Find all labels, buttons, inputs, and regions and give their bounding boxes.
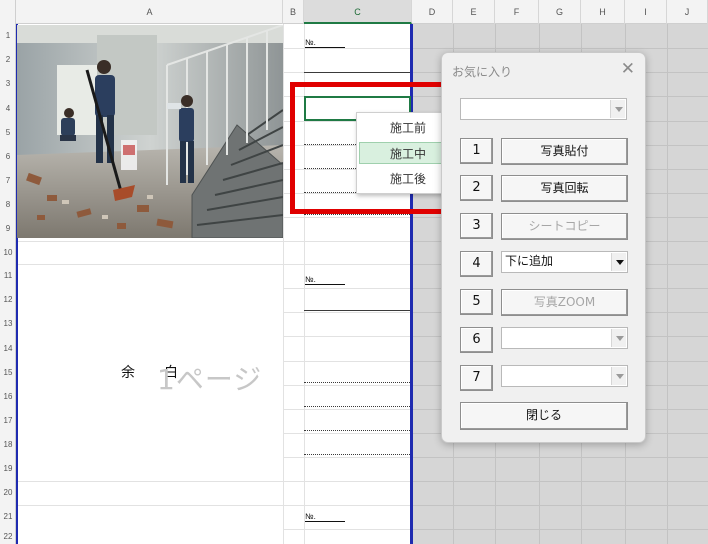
gridline: [283, 241, 411, 242]
writing-line-dotted: [304, 430, 410, 431]
gridline: [283, 385, 411, 386]
row-header-20[interactable]: 20: [0, 481, 16, 505]
gridline: [667, 24, 668, 544]
gridline: [283, 48, 411, 49]
top-combo[interactable]: [460, 98, 627, 120]
gridline: [283, 264, 411, 265]
row-header-12[interactable]: 12: [0, 288, 16, 312]
gridline: [283, 336, 411, 337]
column-header-b[interactable]: B: [283, 0, 304, 24]
column-header-a[interactable]: A: [17, 0, 283, 24]
insert-position-value: 下に追加: [505, 254, 554, 268]
writing-line-dotted: [304, 382, 410, 383]
row-header-15[interactable]: 15: [0, 361, 16, 385]
writing-line-dotted: [304, 406, 410, 407]
number-button-7[interactable]: 7: [460, 365, 493, 391]
rotate-photo-button[interactable]: 写真回転: [501, 175, 628, 202]
close-icon[interactable]: ✕: [621, 59, 635, 79]
gridline: [283, 24, 284, 544]
gridline: [17, 264, 283, 265]
photo-number-text: №.: [305, 38, 345, 48]
gridline: [283, 288, 411, 289]
construction-photo[interactable]: [17, 25, 283, 238]
column-header-c[interactable]: C: [304, 0, 412, 24]
column-header-e[interactable]: E: [453, 0, 495, 24]
gridline: [283, 529, 411, 530]
row-header-11[interactable]: 11: [0, 264, 16, 288]
dropdown-arrow-icon[interactable]: [611, 367, 626, 385]
gridline: [17, 505, 283, 506]
paste-photo-button[interactable]: 写真貼付: [501, 138, 628, 165]
photo-number-text: №.: [305, 512, 345, 522]
column-header-f[interactable]: F: [495, 0, 539, 24]
dropdown-arrow-icon[interactable]: [611, 253, 626, 271]
select-all-corner[interactable]: [0, 0, 16, 24]
photo-number-text: №.: [305, 275, 345, 285]
writing-line: [304, 72, 410, 73]
gridline: [413, 505, 708, 506]
row-header-6[interactable]: 6: [0, 145, 16, 169]
row-header-18[interactable]: 18: [0, 433, 16, 457]
dropdown-arrow-icon[interactable]: [610, 100, 625, 118]
column-header-g[interactable]: G: [539, 0, 581, 24]
gridline: [283, 481, 411, 482]
row-header-2[interactable]: 2: [0, 48, 16, 72]
writing-line: [304, 310, 410, 311]
insert-position-combo[interactable]: 下に追加: [501, 251, 628, 273]
row-header-19[interactable]: 19: [0, 457, 16, 481]
photo-number-label-2: №.: [305, 275, 345, 285]
row-header-1[interactable]: 1: [0, 24, 16, 48]
gridline: [283, 505, 411, 506]
column-header-h[interactable]: H: [581, 0, 625, 24]
row-header-17[interactable]: 17: [0, 409, 16, 433]
photo-number-label-3: №.: [305, 512, 345, 522]
gridline: [413, 457, 708, 458]
gridline: [17, 481, 283, 482]
photo-zoom-button[interactable]: 写真ZOOM: [501, 289, 628, 316]
copy-sheet-button[interactable]: シートコピー: [501, 213, 628, 240]
row-header-4[interactable]: 4: [0, 96, 16, 121]
row-header-22[interactable]: 22: [0, 529, 16, 544]
photo-number-label-1: №.: [305, 38, 345, 48]
gridline: [17, 241, 283, 242]
gridline: [283, 457, 411, 458]
number-button-4[interactable]: 4: [460, 251, 493, 277]
dialog-title: お気に入り: [452, 65, 513, 79]
row-header-7[interactable]: 7: [0, 169, 16, 193]
option-combo-7[interactable]: [501, 365, 628, 387]
row-header-14[interactable]: 14: [0, 336, 16, 361]
margin-text-1: 余: [121, 365, 135, 381]
gridline: [283, 217, 411, 218]
gridline: [413, 481, 708, 482]
page-watermark: 1ページ: [157, 363, 263, 396]
row-header-8[interactable]: 8: [0, 193, 16, 217]
row-header-13[interactable]: 13: [0, 312, 16, 336]
gridline: [283, 433, 411, 434]
number-button-3[interactable]: 3: [460, 213, 493, 239]
column-header-d[interactable]: D: [412, 0, 453, 24]
gridline: [283, 312, 411, 313]
number-button-2[interactable]: 2: [460, 175, 493, 201]
option-combo-6[interactable]: [501, 327, 628, 349]
row-header-5[interactable]: 5: [0, 121, 16, 145]
gridline: [413, 529, 708, 530]
column-header-i[interactable]: I: [625, 0, 667, 24]
writing-line-dotted: [304, 454, 410, 455]
row-header-9[interactable]: 9: [0, 217, 16, 241]
writing-line-dotted: [304, 214, 410, 215]
row-header-16[interactable]: 16: [0, 385, 16, 409]
row-header-10[interactable]: 10: [0, 241, 16, 264]
favorites-dialog: お気に入り ✕ 1 写真貼付 2 写真回転 3 シートコピー 4 下に追加 5 …: [441, 52, 646, 443]
dropdown-arrow-icon[interactable]: [611, 329, 626, 347]
gridline: [283, 361, 411, 362]
gridline: [283, 409, 411, 410]
close-button[interactable]: 閉じる: [460, 402, 628, 430]
number-button-5[interactable]: 5: [460, 289, 493, 315]
row-header-21[interactable]: 21: [0, 505, 16, 529]
gridline: [413, 48, 708, 49]
row-header-3[interactable]: 3: [0, 72, 16, 96]
number-button-1[interactable]: 1: [460, 138, 493, 164]
number-button-6[interactable]: 6: [460, 327, 493, 353]
column-header-j[interactable]: J: [667, 0, 708, 24]
